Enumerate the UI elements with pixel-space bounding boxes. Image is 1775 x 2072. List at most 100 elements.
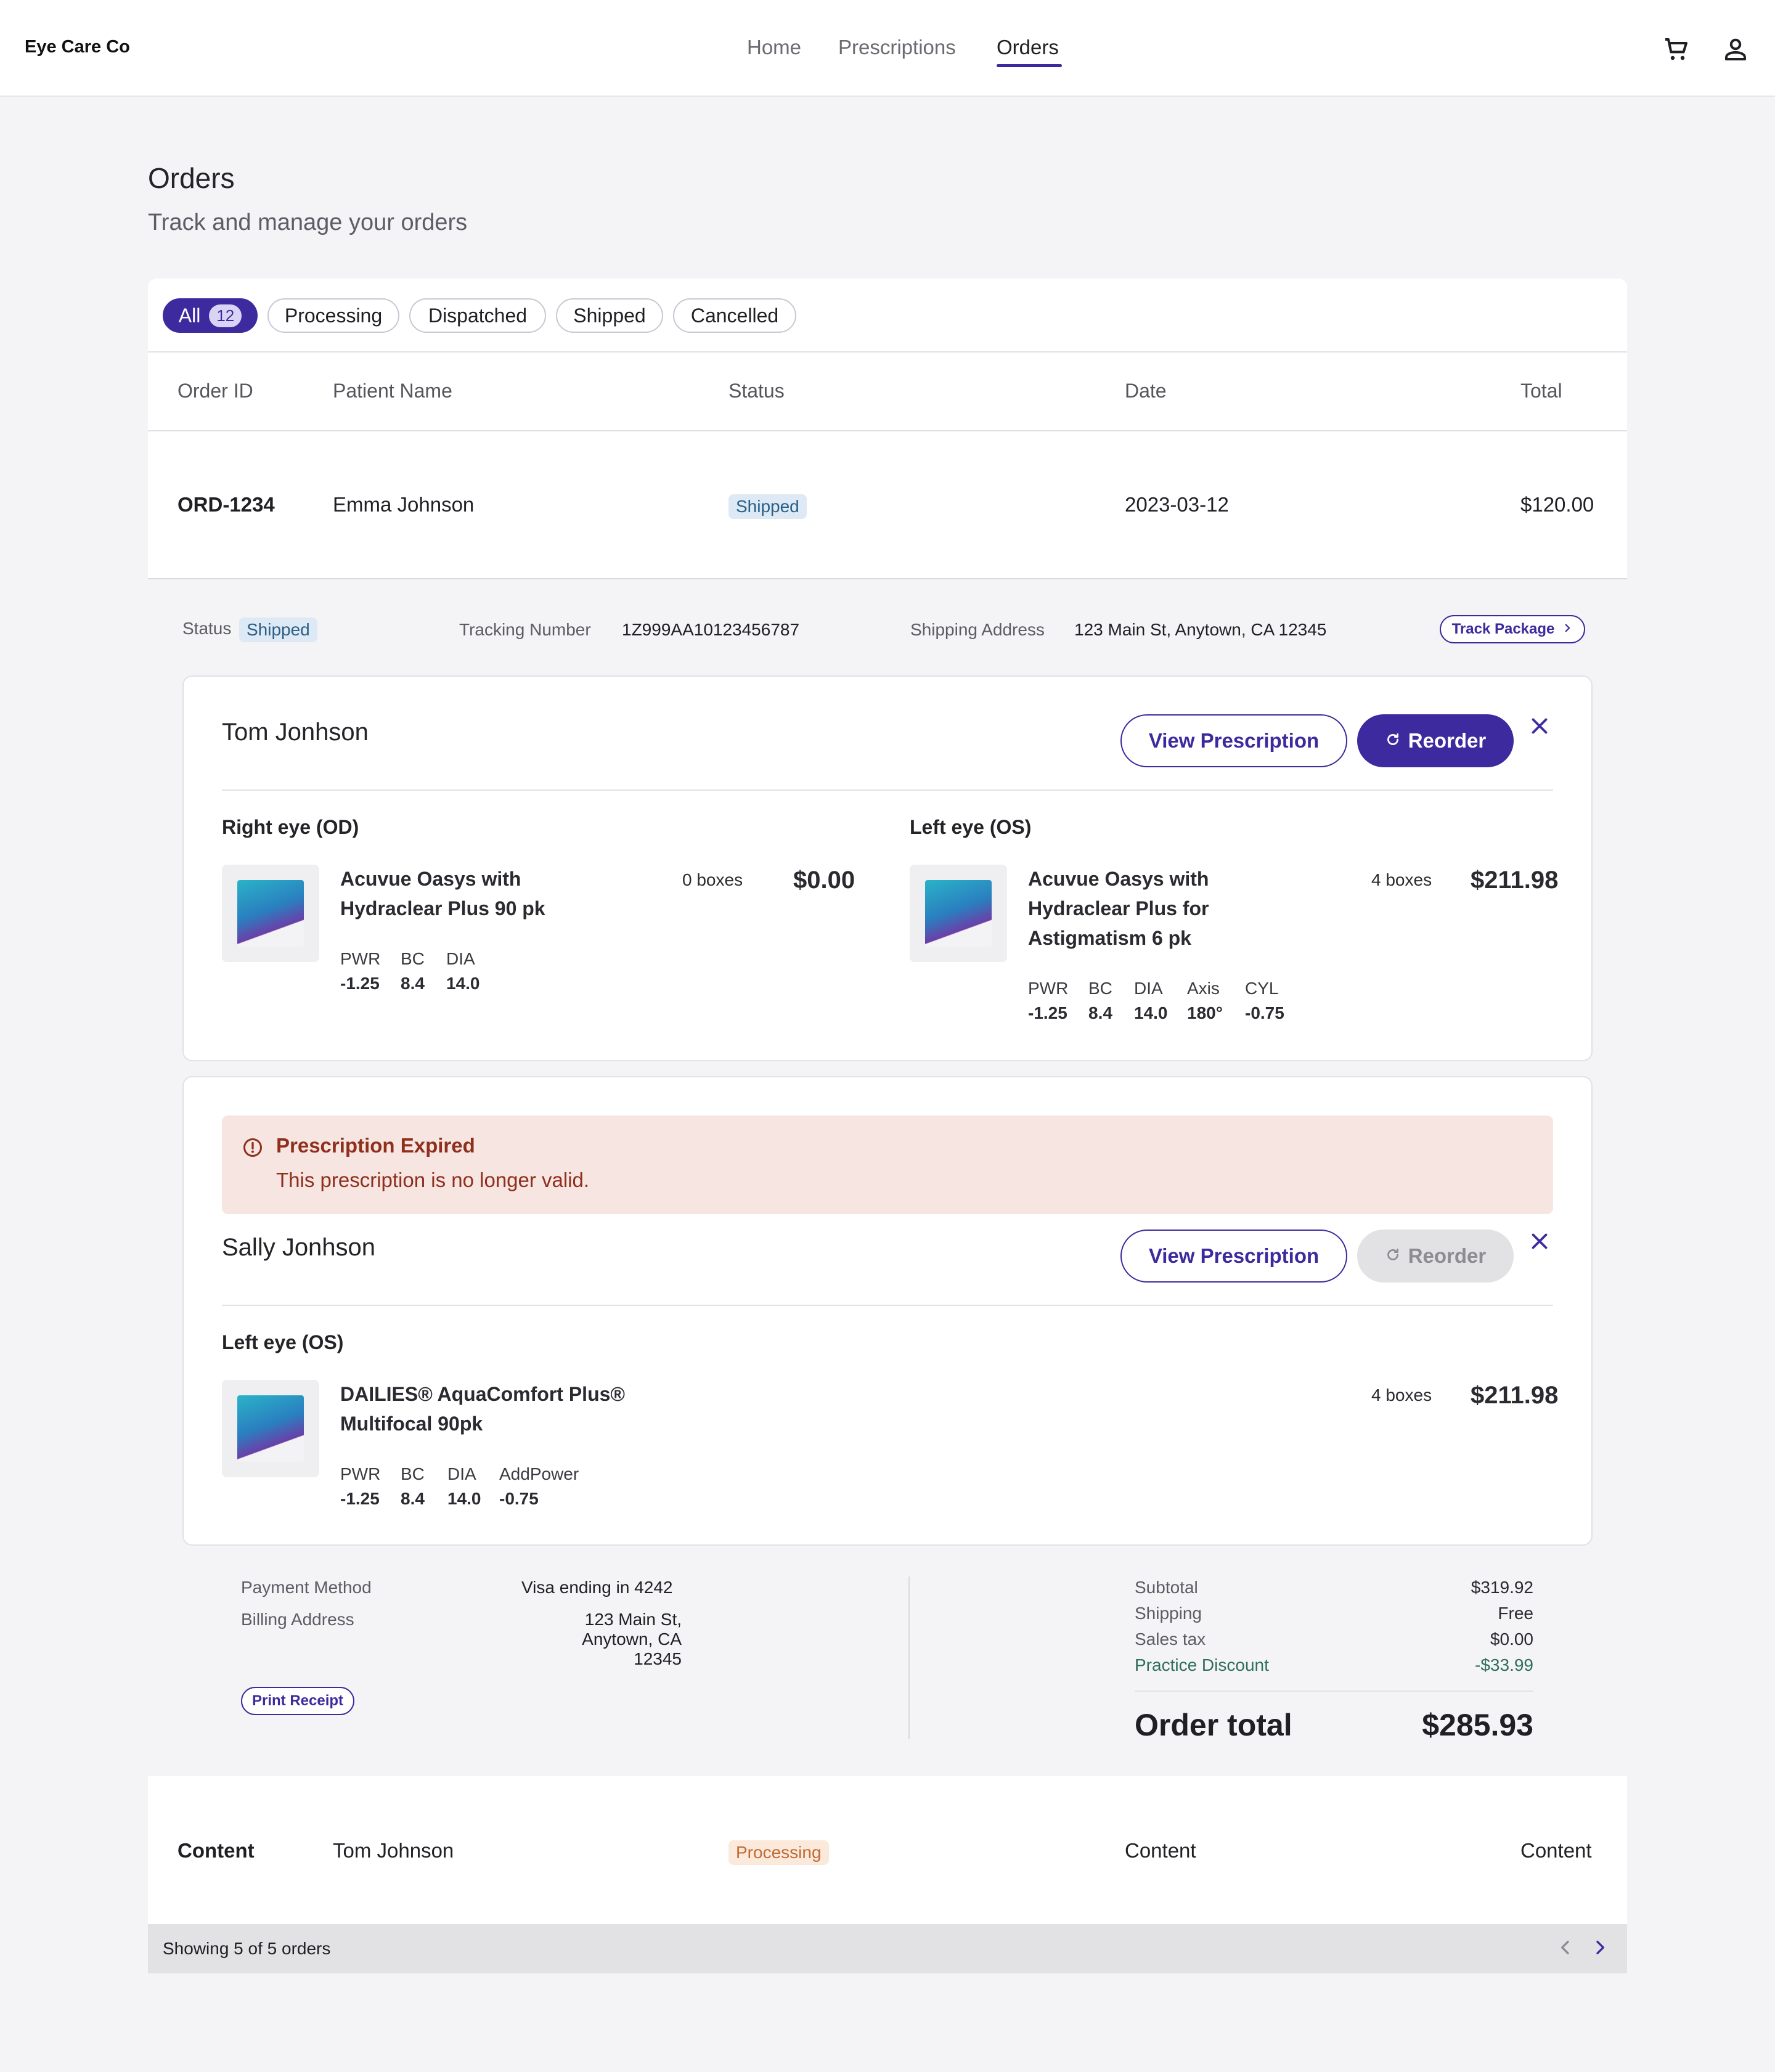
- product-image: [222, 1380, 319, 1477]
- shipping-value: Free: [1498, 1604, 1533, 1623]
- product-name: DAILIES® AquaComfort Plus® Multifocal 90…: [340, 1379, 625, 1438]
- product-image: [910, 865, 1007, 962]
- payment-method-label: Payment Method: [241, 1578, 372, 1597]
- spec-dia-label: DIA: [446, 949, 475, 968]
- tracking-number-value: 1Z999AA10123456787: [622, 620, 800, 639]
- order-date: 2023-03-12: [1125, 493, 1229, 516]
- product-name-line: Hydraclear Plus for: [1028, 897, 1209, 920]
- detail-status-badge: Shipped: [239, 618, 317, 642]
- line-price: $211.98: [1471, 867, 1559, 894]
- view-prescription-button[interactable]: View Prescription: [1120, 714, 1347, 767]
- close-icon[interactable]: [1528, 715, 1551, 743]
- refresh-icon: [1385, 1244, 1401, 1268]
- column-status[interactable]: Status: [728, 380, 785, 402]
- quantity: 4 boxes: [1371, 870, 1432, 889]
- spec-cyl-value: -0.75: [1245, 1003, 1284, 1022]
- refresh-icon: [1385, 729, 1401, 753]
- spec-dia-label: DIA: [1134, 979, 1163, 998]
- warning-icon: [242, 1136, 264, 1162]
- reorder-button[interactable]: Reorder: [1357, 714, 1514, 767]
- product-name: Acuvue Oasys with Hydraclear Plus for As…: [1028, 864, 1209, 953]
- chevron-right-icon[interactable]: [1590, 1938, 1610, 1960]
- subtotal-label: Subtotal: [1135, 1578, 1198, 1597]
- filter-divider: [148, 351, 1627, 353]
- order-id: ORD-1234: [178, 493, 275, 516]
- billing-line: Anytown, CA: [582, 1629, 682, 1649]
- track-package-label: Track Package: [1451, 621, 1555, 637]
- filter-chip-all[interactable]: All 12: [163, 298, 258, 333]
- chevron-left-icon[interactable]: [1556, 1938, 1575, 1960]
- spec-bc-value: 8.4: [1088, 1003, 1112, 1022]
- quantity: 0 boxes: [682, 870, 743, 889]
- billing-address-value: 123 Main St, Anytown, CA 12345: [521, 1610, 682, 1669]
- cart-icon[interactable]: [1662, 35, 1691, 64]
- spec-bc-value: 8.4: [401, 1489, 425, 1508]
- practice-discount-label: Practice Discount: [1135, 1655, 1269, 1674]
- close-icon[interactable]: [1528, 1230, 1551, 1258]
- line-price: $211.98: [1471, 1382, 1559, 1409]
- filter-chip-processing[interactable]: Processing: [267, 298, 399, 333]
- summary-divider: [908, 1576, 910, 1739]
- nav-orders[interactable]: Orders: [997, 36, 1059, 59]
- column-patient-name[interactable]: Patient Name: [333, 380, 452, 402]
- reorder-label: Reorder: [1408, 1244, 1487, 1267]
- product-image: [222, 865, 319, 962]
- brand-logo[interactable]: Eye Care Co: [25, 37, 130, 57]
- spec-addpower-label: AddPower: [499, 1464, 579, 1483]
- nav-prescriptions[interactable]: Prescriptions: [838, 36, 956, 59]
- patient-card-divider: [222, 789, 1553, 791]
- account-icon[interactable]: [1721, 35, 1750, 64]
- patient-card-name: Tom Jonhson: [222, 719, 369, 746]
- filter-chip-dispatched[interactable]: Dispatched: [409, 298, 546, 333]
- filter-chip-cancelled[interactable]: Cancelled: [673, 298, 796, 333]
- view-prescription-button[interactable]: View Prescription: [1120, 1230, 1347, 1283]
- product-name-line: Acuvue Oasys with: [1028, 868, 1209, 890]
- patient-card-name: Sally Jonhson: [222, 1234, 376, 1261]
- column-date[interactable]: Date: [1125, 380, 1167, 402]
- detail-divider: [148, 578, 1627, 579]
- alert-title: Prescription Expired: [276, 1134, 475, 1157]
- sales-tax-value: $0.00: [1490, 1629, 1533, 1649]
- quantity: 4 boxes: [1371, 1385, 1432, 1405]
- spec-bc-label: BC: [1088, 979, 1112, 998]
- product-name: Acuvue Oasys with Hydraclear Plus 90 pk: [340, 864, 545, 923]
- page-subtitle: Track and manage your orders: [148, 210, 468, 235]
- tracking-number-label: Tracking Number: [459, 620, 591, 639]
- nav-home[interactable]: Home: [747, 36, 801, 59]
- status-badge: Processing: [728, 1840, 829, 1865]
- spec-pwr-value: -1.25: [340, 1489, 380, 1508]
- spec-dia-label: DIA: [447, 1464, 476, 1483]
- sales-tax-label: Sales tax: [1135, 1629, 1206, 1649]
- pagination-bar: [148, 1924, 1627, 1973]
- order-total-label: Order total: [1135, 1708, 1292, 1742]
- reorder-button-disabled[interactable]: Reorder: [1357, 1230, 1514, 1283]
- patient-card-divider: [222, 1305, 1553, 1306]
- track-package-button[interactable]: Track Package: [1440, 615, 1585, 643]
- spec-cyl-label: CYL: [1245, 979, 1279, 998]
- product-name-line: Hydraclear Plus 90 pk: [340, 897, 545, 920]
- spec-pwr-value: -1.25: [1028, 1003, 1067, 1022]
- billing-line: 123 Main St,: [584, 1610, 682, 1629]
- prescription-expired-alert: [222, 1116, 1553, 1214]
- reorder-label: Reorder: [1408, 729, 1487, 752]
- print-receipt-button[interactable]: Print Receipt: [241, 1687, 354, 1715]
- spec-pwr-label: PWR: [1028, 979, 1069, 998]
- product-name-line: Astigmatism 6 pk: [1028, 927, 1191, 949]
- spec-bc-value: 8.4: [401, 974, 425, 993]
- shipping-label: Shipping: [1135, 1604, 1202, 1623]
- column-total[interactable]: Total: [1520, 380, 1562, 402]
- summary-total-divider: [1135, 1691, 1533, 1692]
- page-title: Orders: [148, 162, 235, 194]
- spec-axis-label: Axis: [1187, 979, 1220, 998]
- order-total-value: $285.93: [1422, 1708, 1533, 1742]
- detail-status-label: Status: [182, 619, 232, 638]
- shipping-address-label: Shipping Address: [910, 620, 1045, 639]
- filter-chip-shipped[interactable]: Shipped: [556, 298, 663, 333]
- payment-method-value: Visa ending in 4242: [521, 1578, 673, 1597]
- product-name-line: Multifocal 90pk: [340, 1413, 483, 1435]
- spec-bc-label: BC: [401, 1464, 425, 1483]
- spec-bc-label: BC: [401, 949, 425, 968]
- column-order-id[interactable]: Order ID: [178, 380, 253, 402]
- spec-axis-value: 180°: [1187, 1003, 1223, 1022]
- billing-line: 12345: [634, 1649, 682, 1668]
